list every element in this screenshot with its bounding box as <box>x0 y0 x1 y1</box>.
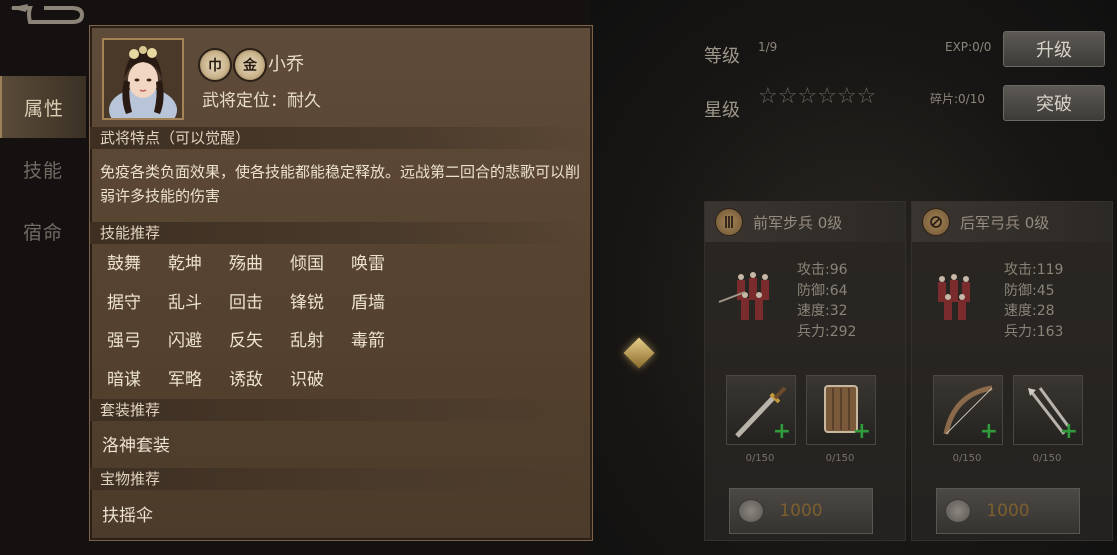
suit-heading: 套装推荐 <box>90 399 592 421</box>
star-empty-icon: ☆ <box>856 84 877 109</box>
skill-item[interactable]: 锋锐 <box>281 288 342 327</box>
shield-icon <box>922 208 950 236</box>
stat-troops: 兵力:163 <box>1004 323 1064 340</box>
coin-icon <box>738 499 764 523</box>
breakthrough-button[interactable]: 突破 <box>1003 85 1105 121</box>
nav-item-skills[interactable]: 技能 <box>0 138 86 200</box>
equip-count: 0/150 <box>1032 453 1062 464</box>
level-label: 等级 <box>704 46 740 67</box>
level-up-button[interactable]: 升级 <box>1003 31 1105 67</box>
hero-portrait <box>102 38 184 120</box>
equip-count: 0/150 <box>952 453 982 464</box>
equip-slot-arrows[interactable]: + <box>1013 375 1083 445</box>
equip-slot-shield[interactable]: + <box>806 375 876 445</box>
equip-count: 0/150 <box>825 453 855 464</box>
side-nav: 属性 技能 宿命 <box>0 76 86 262</box>
skill-item[interactable]: 识破 <box>281 365 342 404</box>
faction-badge-icon: 巾 <box>198 48 232 82</box>
stat-defense: 防御:64 <box>797 282 848 299</box>
nav-item-attributes[interactable]: 属性 <box>0 76 86 138</box>
nav-item-fate[interactable]: 宿命 <box>0 200 86 262</box>
unit-card-infantry: 前军步兵 0级 攻击:96 防御:64 速度:32 兵力:292 + + 0/1… <box>704 201 906 541</box>
hero-role: 武将定位：耐久 <box>202 91 321 111</box>
plus-icon: + <box>979 419 998 444</box>
skill-item[interactable]: 军略 <box>159 365 220 404</box>
skill-item[interactable]: 鼓舞 <box>98 249 159 288</box>
plus-icon: + <box>1059 419 1078 444</box>
skill-item[interactable]: 诱敌 <box>220 365 281 404</box>
skill-item[interactable]: 反矢 <box>220 326 281 365</box>
star-empty-icon: ☆ <box>797 84 818 109</box>
stat-speed: 速度:32 <box>797 303 848 319</box>
skill-item[interactable]: 乱斗 <box>159 288 220 327</box>
infantry-troops-icon <box>718 272 769 320</box>
skill-item[interactable]: 强弓 <box>98 326 159 365</box>
equip-slot-bow[interactable]: + <box>933 375 1003 445</box>
hero-info-panel: 巾 金 小乔 武将定位：耐久 武将特点（可以觉醒） 免疫各类负面效果，使各技能都… <box>89 25 593 541</box>
star-empty-icon: ☆ <box>777 84 798 109</box>
stat-defense: 防御:45 <box>1004 282 1055 299</box>
stat-speed: 速度:28 <box>1004 303 1055 319</box>
level-value: 1/9 <box>758 40 778 54</box>
star-label: 星级 <box>704 100 740 121</box>
plus-icon: + <box>772 419 791 444</box>
unit-upgrade-button[interactable]: 1000 <box>936 488 1080 534</box>
treasure-recommendation: 扶摇伞 <box>102 506 153 526</box>
unit-stats: 攻击:96 防御:64 速度:32 兵力:292 <box>797 260 856 342</box>
skill-item[interactable]: 回击 <box>220 288 281 327</box>
unit-card-archer: 后军弓兵 0级 攻击:119 防御:45 速度:28 兵力:163 + + 0/… <box>911 201 1113 541</box>
skill-item[interactable]: 殇曲 <box>220 249 281 288</box>
unit-title: 后军弓兵 0级 <box>960 213 1050 232</box>
unit-title: 前军步兵 0级 <box>753 213 843 232</box>
skill-item[interactable]: 据守 <box>98 288 159 327</box>
skill-item[interactable]: 乱射 <box>281 326 342 365</box>
stat-troops: 兵力:292 <box>797 323 857 340</box>
unit-stats: 攻击:119 防御:45 速度:28 兵力:163 <box>1004 260 1063 342</box>
stat-attack: 攻击:119 <box>1004 262 1064 278</box>
skill-item[interactable]: 唤雷 <box>342 249 403 288</box>
grade-badge-icon: 金 <box>233 48 267 82</box>
skill-item[interactable]: 倾国 <box>281 249 342 288</box>
equip-count: 0/150 <box>745 453 775 464</box>
upgrade-cost: 1000 <box>779 501 823 521</box>
star-empty-icon: ☆ <box>758 84 778 109</box>
star-rating: ☆☆☆☆☆☆ <box>758 84 876 109</box>
feature-heading: 武将特点（可以觉醒） <box>90 127 592 149</box>
skill-item[interactable]: 盾墙 <box>342 288 403 327</box>
shard-count: 碎片:0/10 <box>930 92 985 106</box>
exp-value: EXP:0/0 <box>945 40 992 54</box>
hero-name: 小乔 <box>268 54 304 75</box>
feature-description: 免疫各类负面效果，使各技能都能稳定释放。远战第二回合的悲歌可以削弱许多技能的伤害 <box>100 163 581 205</box>
stat-attack: 攻击:96 <box>797 262 848 278</box>
unit-upgrade-button[interactable]: 1000 <box>729 488 873 534</box>
archer-troops-icon <box>938 274 970 320</box>
suit-recommendation: 洛神套装 <box>102 436 170 456</box>
treasure-heading: 宝物推荐 <box>90 468 592 490</box>
upgrade-cost: 1000 <box>986 501 1030 521</box>
skill-item[interactable]: 暗谋 <box>98 365 159 404</box>
skill-item[interactable]: 毒箭 <box>342 326 403 365</box>
skill-item[interactable]: 乾坤 <box>159 249 220 288</box>
spear-icon <box>715 208 743 236</box>
equip-slot-sword[interactable]: + <box>726 375 796 445</box>
back-arrow-icon[interactable] <box>8 2 86 28</box>
skill-item[interactable]: 闪避 <box>159 326 220 365</box>
skill-list: 鼓舞 乾坤 殇曲 倾国 唤雷 据守 乱斗 回击 锋锐 盾墙 强弓 闪避 反矢 乱… <box>98 249 438 403</box>
plus-icon: + <box>852 419 871 444</box>
skills-heading: 技能推荐 <box>90 222 592 244</box>
coin-icon <box>945 499 971 523</box>
star-empty-icon: ☆ <box>817 84 837 109</box>
star-empty-icon: ☆ <box>836 84 857 109</box>
